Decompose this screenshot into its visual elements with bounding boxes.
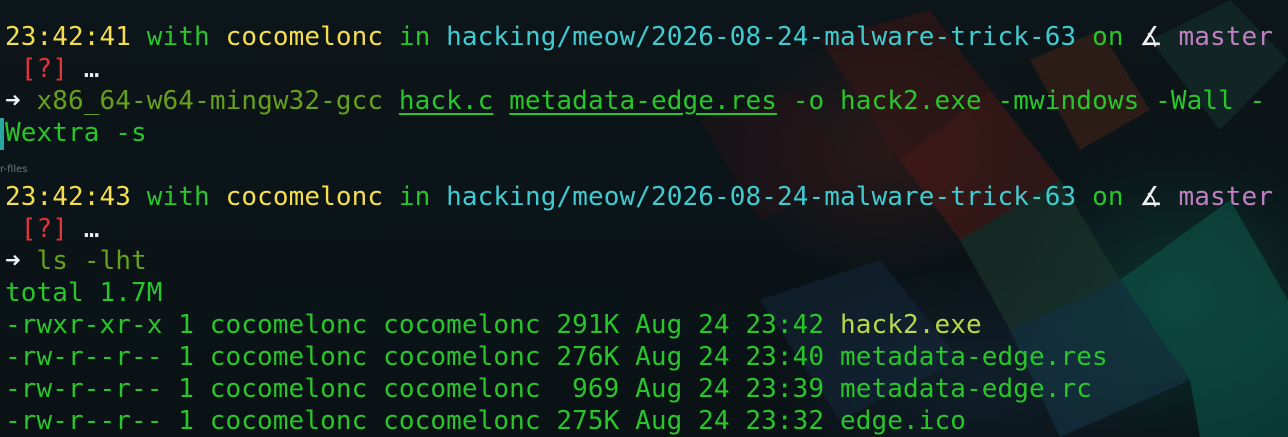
file-meta: -rw-r--r-- 1 cocomelonc cocomelonc 969 A…: [5, 374, 840, 404]
prompt-ellipsis: …: [83, 214, 100, 244]
file-meta: -rw-r--r-- 1 cocomelonc cocomelonc 275K …: [5, 406, 840, 436]
git-status: [?]: [20, 54, 69, 84]
prompt-status-line-2: [?] …: [5, 213, 100, 245]
command-line-2[interactable]: ➜ ls -lht: [5, 245, 147, 277]
listing-row: -rw-r--r-- 1 cocomelonc cocomelonc 276K …: [5, 341, 1108, 373]
prompt-arrow-icon: ➜: [5, 86, 21, 116]
prompt-status-line-1: [?] …: [5, 53, 100, 85]
prompt-with: with: [146, 22, 210, 52]
terminal-window[interactable]: r-files 23:42:41 with cocomelonc in hack…: [0, 0, 1288, 437]
prompt-time: 23:42:43: [5, 182, 132, 212]
prompt-path: hacking/meow/2026-08-24-malware-trick-63: [446, 22, 1077, 52]
file-name: hack2.exe: [839, 310, 982, 340]
git-branch-icon: ∡: [1139, 22, 1163, 52]
command-arg-file: metadata-edge.res: [509, 86, 777, 116]
listing-row: -rw-r--r-- 1 cocomelonc cocomelonc 275K …: [5, 405, 966, 437]
command-args: -o hack2.exe -mwindows -Wall -: [792, 86, 1266, 116]
terminal-cursor-marker: [0, 118, 4, 150]
prompt-user: cocomelonc: [225, 182, 384, 212]
prompt-with: with: [146, 182, 210, 212]
git-status: [?]: [20, 214, 69, 244]
command-arg-file: hack.c: [398, 86, 494, 116]
prompt-on: on: [1092, 182, 1124, 212]
prompt-in: in: [398, 182, 431, 212]
command-program: x86_64-w64-mingw32-gcc: [36, 86, 384, 116]
file-meta: -rwxr-xr-x 1 cocomelonc cocomelonc 291K …: [5, 310, 840, 340]
prompt-time: 23:42:41: [5, 22, 132, 52]
side-label: r-files: [0, 164, 28, 175]
prompt-on: on: [1092, 22, 1124, 52]
file-name: metadata-edge.rc: [839, 374, 1092, 404]
prompt-arrow-icon: ➜: [5, 246, 21, 276]
file-meta: -rw-r--r-- 1 cocomelonc cocomelonc 276K …: [5, 342, 840, 372]
prompt-user: cocomelonc: [225, 22, 384, 52]
git-branch-icon: ∡: [1139, 182, 1163, 212]
prompt-in: in: [398, 22, 431, 52]
command-args-wrapped: Wextra -s: [5, 118, 147, 148]
command-line-1[interactable]: ➜ x86_64-w64-mingw32-gcc hack.c metadata…: [5, 85, 1265, 117]
file-name: metadata-edge.res: [839, 342, 1108, 372]
prompt-path: hacking/meow/2026-08-24-malware-trick-63: [446, 182, 1077, 212]
file-name: edge.ico: [839, 406, 966, 436]
command-program: ls: [36, 246, 69, 276]
prompt-line-1: 23:42:41 with cocomelonc in hacking/meow…: [5, 21, 1273, 53]
command-args: -lht: [83, 246, 147, 276]
prompt-branch: master: [1178, 22, 1274, 52]
prompt-branch: master: [1178, 182, 1274, 212]
prompt-ellipsis: …: [83, 54, 100, 84]
prompt-line-2: 23:42:43 with cocomelonc in hacking/meow…: [5, 181, 1273, 213]
listing-row: -rw-r--r-- 1 cocomelonc cocomelonc 969 A…: [5, 373, 1092, 405]
command-line-1-wrap[interactable]: Wextra -s: [5, 117, 147, 149]
listing-total: total 1.7M: [5, 278, 163, 308]
listing-row: -rwxr-xr-x 1 cocomelonc cocomelonc 291K …: [5, 309, 982, 341]
